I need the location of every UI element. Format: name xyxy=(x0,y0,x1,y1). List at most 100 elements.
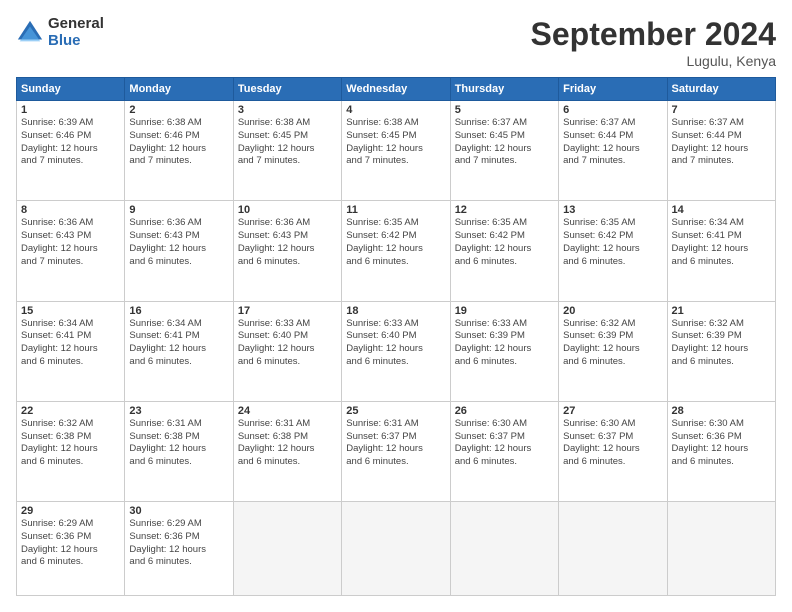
day-info: Sunrise: 6:38 AM Sunset: 6:45 PM Dayligh… xyxy=(346,117,445,168)
day-number: 18 xyxy=(346,305,445,317)
day-info: Sunrise: 6:37 AM Sunset: 6:44 PM Dayligh… xyxy=(563,117,662,168)
week-row-4: 22Sunrise: 6:32 AM Sunset: 6:38 PM Dayli… xyxy=(17,401,776,501)
week-row-3: 15Sunrise: 6:34 AM Sunset: 6:41 PM Dayli… xyxy=(17,301,776,401)
day-number: 9 xyxy=(129,204,228,216)
day-info: Sunrise: 6:38 AM Sunset: 6:45 PM Dayligh… xyxy=(238,117,337,168)
day-info: Sunrise: 6:34 AM Sunset: 6:41 PM Dayligh… xyxy=(21,318,120,369)
table-row: 15Sunrise: 6:34 AM Sunset: 6:41 PM Dayli… xyxy=(17,301,125,401)
day-info: Sunrise: 6:37 AM Sunset: 6:44 PM Dayligh… xyxy=(672,117,771,168)
col-monday: Monday xyxy=(125,78,233,101)
table-row xyxy=(342,502,450,596)
day-number: 26 xyxy=(455,405,554,417)
day-number: 21 xyxy=(672,305,771,317)
day-info: Sunrise: 6:32 AM Sunset: 6:39 PM Dayligh… xyxy=(563,318,662,369)
day-number: 20 xyxy=(563,305,662,317)
day-number: 3 xyxy=(238,104,337,116)
day-info: Sunrise: 6:31 AM Sunset: 6:38 PM Dayligh… xyxy=(238,418,337,469)
day-info: Sunrise: 6:37 AM Sunset: 6:45 PM Dayligh… xyxy=(455,117,554,168)
day-number: 4 xyxy=(346,104,445,116)
day-info: Sunrise: 6:32 AM Sunset: 6:39 PM Dayligh… xyxy=(672,318,771,369)
day-number: 23 xyxy=(129,405,228,417)
day-number: 11 xyxy=(346,204,445,216)
table-row: 30Sunrise: 6:29 AM Sunset: 6:36 PM Dayli… xyxy=(125,502,233,596)
col-wednesday: Wednesday xyxy=(342,78,450,101)
table-row: 12Sunrise: 6:35 AM Sunset: 6:42 PM Dayli… xyxy=(450,201,558,301)
day-number: 17 xyxy=(238,305,337,317)
table-row: 25Sunrise: 6:31 AM Sunset: 6:37 PM Dayli… xyxy=(342,401,450,501)
table-row: 20Sunrise: 6:32 AM Sunset: 6:39 PM Dayli… xyxy=(559,301,667,401)
week-row-2: 8Sunrise: 6:36 AM Sunset: 6:43 PM Daylig… xyxy=(17,201,776,301)
day-number: 24 xyxy=(238,405,337,417)
header: General Blue September 2024 Lugulu, Keny… xyxy=(16,16,776,69)
day-info: Sunrise: 6:34 AM Sunset: 6:41 PM Dayligh… xyxy=(672,217,771,268)
day-number: 7 xyxy=(672,104,771,116)
day-info: Sunrise: 6:36 AM Sunset: 6:43 PM Dayligh… xyxy=(238,217,337,268)
table-row: 18Sunrise: 6:33 AM Sunset: 6:40 PM Dayli… xyxy=(342,301,450,401)
table-row: 23Sunrise: 6:31 AM Sunset: 6:38 PM Dayli… xyxy=(125,401,233,501)
day-number: 12 xyxy=(455,204,554,216)
day-number: 27 xyxy=(563,405,662,417)
logo-blue-text: Blue xyxy=(48,33,104,50)
day-number: 5 xyxy=(455,104,554,116)
table-row: 7Sunrise: 6:37 AM Sunset: 6:44 PM Daylig… xyxy=(667,101,775,201)
day-info: Sunrise: 6:30 AM Sunset: 6:36 PM Dayligh… xyxy=(672,418,771,469)
day-number: 10 xyxy=(238,204,337,216)
col-saturday: Saturday xyxy=(667,78,775,101)
day-number: 8 xyxy=(21,204,120,216)
day-info: Sunrise: 6:32 AM Sunset: 6:38 PM Dayligh… xyxy=(21,418,120,469)
logo: General Blue xyxy=(16,16,104,49)
table-row: 24Sunrise: 6:31 AM Sunset: 6:38 PM Dayli… xyxy=(233,401,341,501)
table-row: 5Sunrise: 6:37 AM Sunset: 6:45 PM Daylig… xyxy=(450,101,558,201)
day-info: Sunrise: 6:33 AM Sunset: 6:40 PM Dayligh… xyxy=(238,318,337,369)
table-row: 28Sunrise: 6:30 AM Sunset: 6:36 PM Dayli… xyxy=(667,401,775,501)
table-row xyxy=(450,502,558,596)
col-sunday: Sunday xyxy=(17,78,125,101)
day-info: Sunrise: 6:36 AM Sunset: 6:43 PM Dayligh… xyxy=(21,217,120,268)
location: Lugulu, Kenya xyxy=(531,53,776,69)
day-number: 28 xyxy=(672,405,771,417)
month-title: September 2024 xyxy=(531,16,776,53)
table-row xyxy=(559,502,667,596)
day-number: 29 xyxy=(21,505,120,517)
table-row: 17Sunrise: 6:33 AM Sunset: 6:40 PM Dayli… xyxy=(233,301,341,401)
table-row: 4Sunrise: 6:38 AM Sunset: 6:45 PM Daylig… xyxy=(342,101,450,201)
day-info: Sunrise: 6:38 AM Sunset: 6:46 PM Dayligh… xyxy=(129,117,228,168)
table-row: 11Sunrise: 6:35 AM Sunset: 6:42 PM Dayli… xyxy=(342,201,450,301)
day-number: 15 xyxy=(21,305,120,317)
day-number: 30 xyxy=(129,505,228,517)
day-info: Sunrise: 6:33 AM Sunset: 6:39 PM Dayligh… xyxy=(455,318,554,369)
day-info: Sunrise: 6:29 AM Sunset: 6:36 PM Dayligh… xyxy=(21,518,120,569)
day-number: 1 xyxy=(21,104,120,116)
day-number: 6 xyxy=(563,104,662,116)
logo-text: General Blue xyxy=(48,16,104,49)
day-info: Sunrise: 6:35 AM Sunset: 6:42 PM Dayligh… xyxy=(455,217,554,268)
day-info: Sunrise: 6:39 AM Sunset: 6:46 PM Dayligh… xyxy=(21,117,120,168)
day-info: Sunrise: 6:30 AM Sunset: 6:37 PM Dayligh… xyxy=(455,418,554,469)
table-row: 16Sunrise: 6:34 AM Sunset: 6:41 PM Dayli… xyxy=(125,301,233,401)
col-friday: Friday xyxy=(559,78,667,101)
day-info: Sunrise: 6:33 AM Sunset: 6:40 PM Dayligh… xyxy=(346,318,445,369)
calendar-table: Sunday Monday Tuesday Wednesday Thursday… xyxy=(16,77,776,596)
day-number: 2 xyxy=(129,104,228,116)
table-row: 6Sunrise: 6:37 AM Sunset: 6:44 PM Daylig… xyxy=(559,101,667,201)
title-block: September 2024 Lugulu, Kenya xyxy=(531,16,776,69)
day-number: 22 xyxy=(21,405,120,417)
table-row: 22Sunrise: 6:32 AM Sunset: 6:38 PM Dayli… xyxy=(17,401,125,501)
table-row: 1Sunrise: 6:39 AM Sunset: 6:46 PM Daylig… xyxy=(17,101,125,201)
table-row: 8Sunrise: 6:36 AM Sunset: 6:43 PM Daylig… xyxy=(17,201,125,301)
table-row: 9Sunrise: 6:36 AM Sunset: 6:43 PM Daylig… xyxy=(125,201,233,301)
table-row: 21Sunrise: 6:32 AM Sunset: 6:39 PM Dayli… xyxy=(667,301,775,401)
day-info: Sunrise: 6:29 AM Sunset: 6:36 PM Dayligh… xyxy=(129,518,228,569)
table-row xyxy=(233,502,341,596)
table-row: 19Sunrise: 6:33 AM Sunset: 6:39 PM Dayli… xyxy=(450,301,558,401)
table-row: 13Sunrise: 6:35 AM Sunset: 6:42 PM Dayli… xyxy=(559,201,667,301)
week-row-1: 1Sunrise: 6:39 AM Sunset: 6:46 PM Daylig… xyxy=(17,101,776,201)
day-info: Sunrise: 6:30 AM Sunset: 6:37 PM Dayligh… xyxy=(563,418,662,469)
logo-general: General xyxy=(48,16,104,33)
col-thursday: Thursday xyxy=(450,78,558,101)
day-number: 13 xyxy=(563,204,662,216)
header-row: Sunday Monday Tuesday Wednesday Thursday… xyxy=(17,78,776,101)
day-info: Sunrise: 6:35 AM Sunset: 6:42 PM Dayligh… xyxy=(563,217,662,268)
col-tuesday: Tuesday xyxy=(233,78,341,101)
page: General Blue September 2024 Lugulu, Keny… xyxy=(0,0,792,612)
